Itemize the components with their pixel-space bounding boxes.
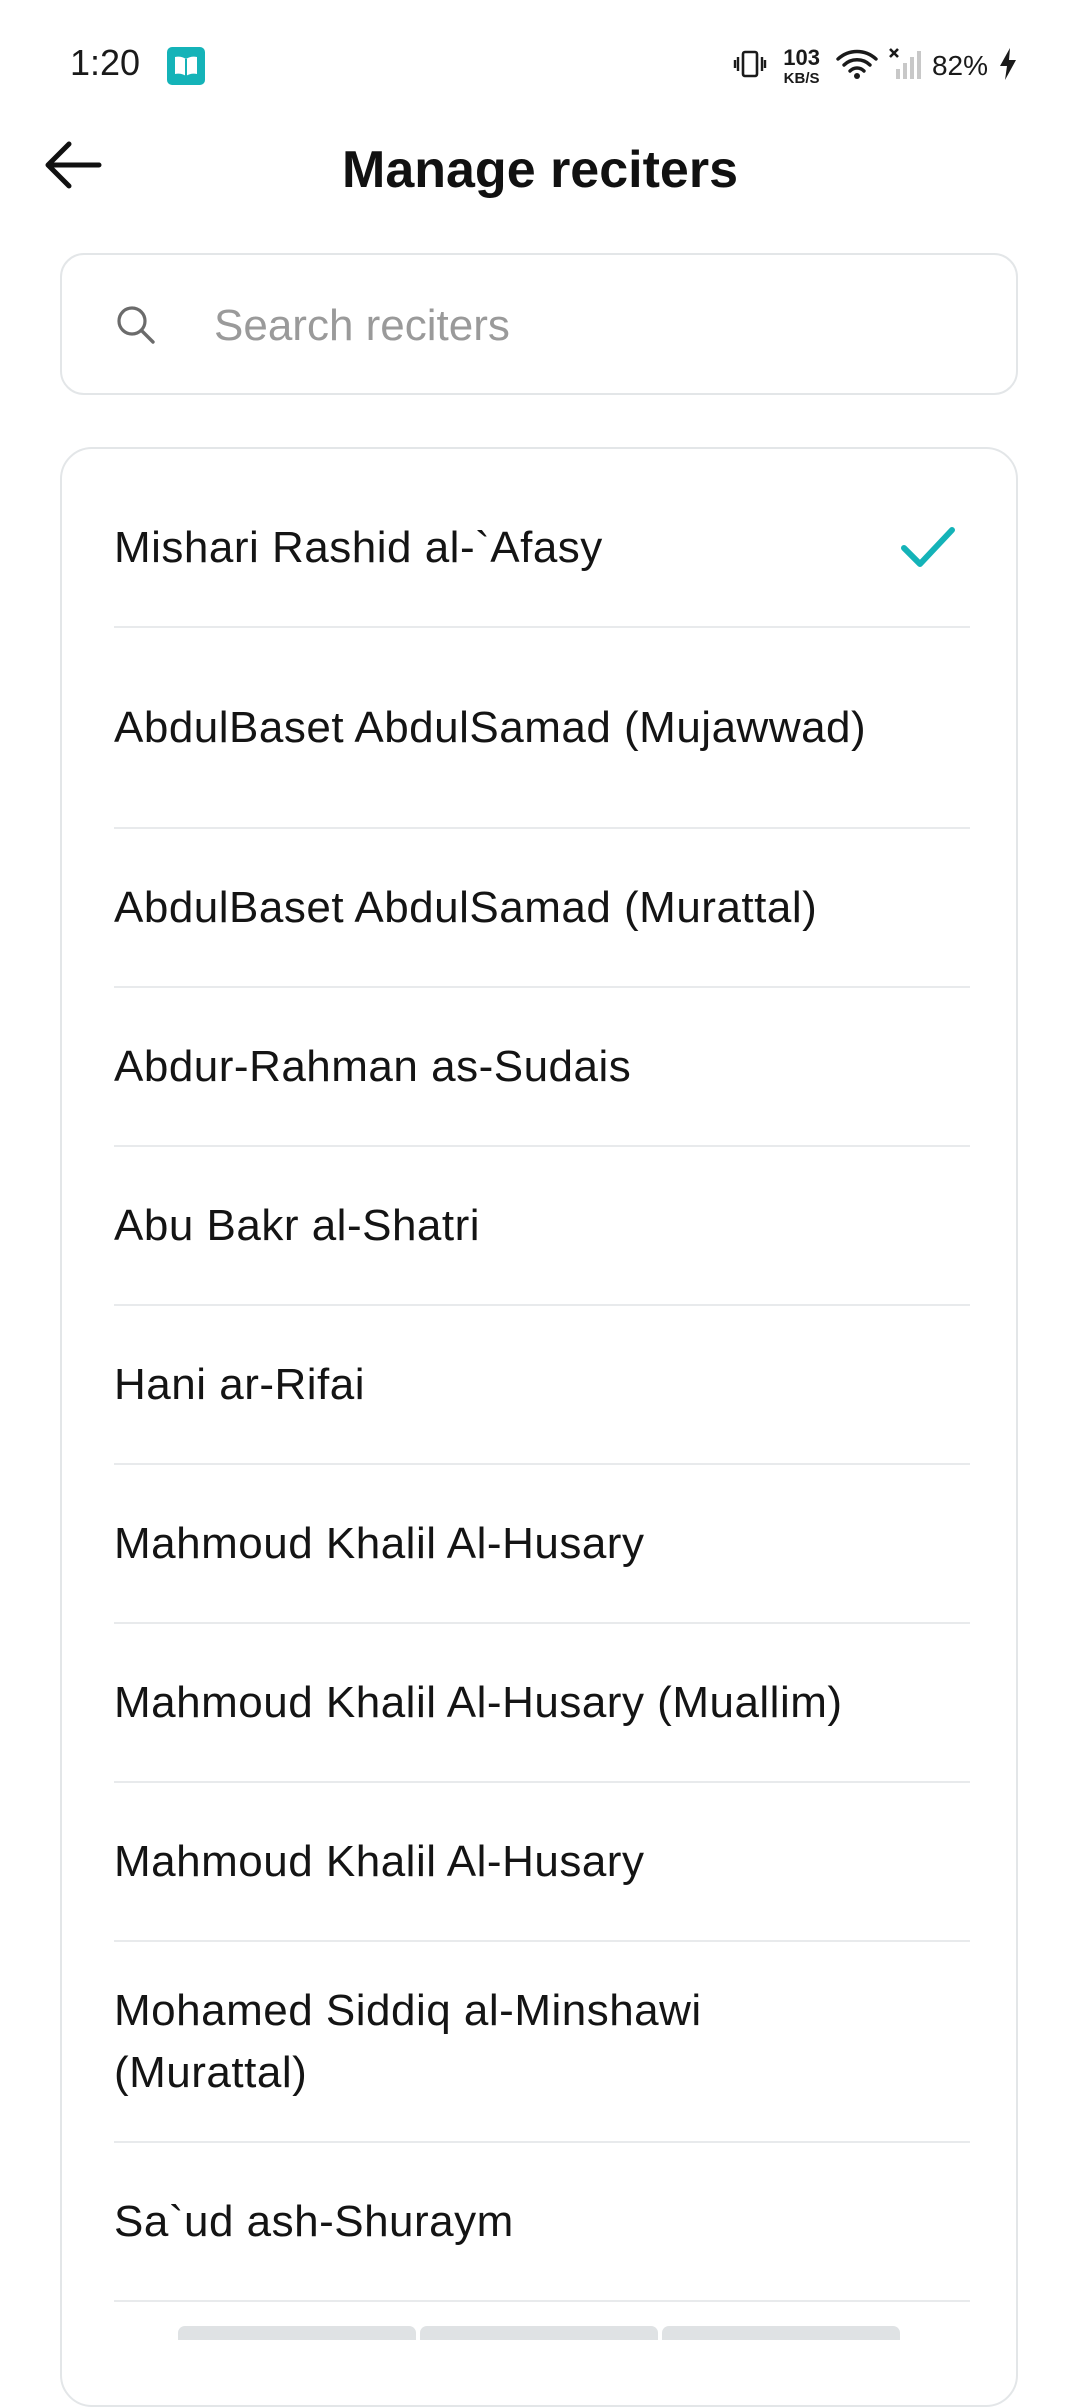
list-item[interactable]: Mohamed Siddiq al-Minshawi (Murattal) [114,1942,970,2143]
status-icons: 103 KB/S 82% [733,46,1018,86]
reciter-name: Mishari Rashid al-`Afasy [114,522,603,572]
charging-bolt-icon [998,47,1018,86]
book-app-icon [167,47,205,85]
search-input[interactable] [212,285,976,367]
list-item[interactable]: Mahmoud Khalil Al-Husary [114,1783,970,1942]
reciter-name: Abu Bakr al-Shatri [114,1200,481,1250]
list-item[interactable]: Mahmoud Khalil Al-Husary (Muallim) [114,1624,970,1783]
bottom-scroll-indicator [178,2326,900,2340]
list-item[interactable]: Sa`ud ash-Shuraym [114,2143,970,2302]
network-speed: 103 KB/S [783,44,820,87]
list-item[interactable]: Hani ar-Rifai [114,1306,970,1465]
reciter-name: Hani ar-Rifai [114,1359,366,1409]
network-speed-value: 103 [783,44,820,70]
battery-percentage: 82% [931,50,988,81]
status-bar: 1:20 103 KB/S 82% [0,0,1080,130]
reciter-name: Mahmoud Khalil Al-Husary [114,1518,645,1568]
reciter-name: AbdulBaset AbdulSamad (Mujawwad) [114,702,867,752]
reciter-list: Mishari Rashid al-`Afasy AbdulBaset Abdu… [114,469,970,2302]
wifi-icon [836,47,878,86]
page-title: Manage reciters [342,141,738,199]
list-item[interactable]: AbdulBaset AbdulSamad (Murattal) [114,829,970,988]
status-time: 1:20 [70,42,141,83]
scroll-indicator-segment [662,2326,900,2340]
reciter-name: Sa`ud ash-Shuraym [114,2196,514,2246]
reciter-name: AbdulBaset AbdulSamad (Murattal) [114,882,818,932]
reciter-list-card: Mishari Rashid al-`Afasy AbdulBaset Abdu… [60,447,1018,2407]
list-item[interactable]: Abu Bakr al-Shatri [114,1147,970,1306]
list-item[interactable]: AbdulBaset AbdulSamad (Mujawwad) [114,628,970,829]
scroll-indicator-segment [420,2326,658,2340]
reciter-name: Abdur-Rahman as-Sudais [114,1041,632,1091]
signal-off-icon [888,47,922,86]
reciter-name: Mahmoud Khalil Al-Husary [114,1836,645,1886]
checkmark-icon [901,526,955,567]
search-box[interactable] [60,253,1018,395]
list-item[interactable]: Mahmoud Khalil Al-Husary [114,1465,970,1624]
scroll-indicator-segment [178,2326,416,2340]
vibrate-icon [733,47,767,86]
reciter-name: Mahmoud Khalil Al-Husary (Muallim) [114,1677,843,1727]
network-speed-unit: KB/S [783,69,820,87]
list-item[interactable]: Mishari Rashid al-`Afasy [114,469,970,628]
app-bar: Manage reciters [0,120,1080,200]
list-item[interactable]: Abdur-Rahman as-Sudais [114,988,970,1147]
search-icon [117,306,155,344]
reciter-name: Mohamed Siddiq al-Minshawi (Murattal) [114,1985,702,2097]
